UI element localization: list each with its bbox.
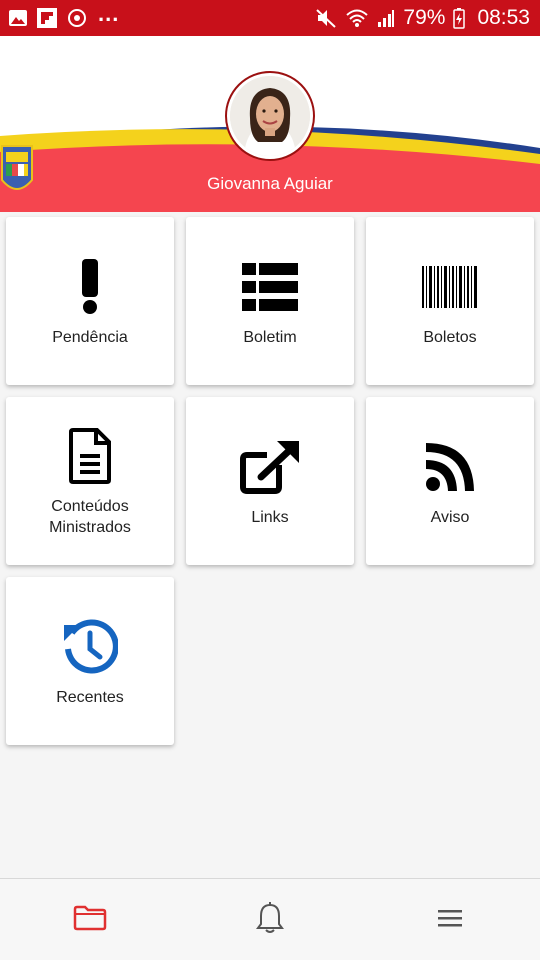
battery-percent: 79%: [403, 6, 446, 29]
more-notifications: ...: [98, 1, 120, 26]
status-bar: ... 79% 08:53: [0, 0, 540, 36]
folder-icon: [73, 905, 107, 936]
menu-tile-label: Conteúdos Ministrados: [49, 498, 131, 536]
status-bar-system: 79% 08:53: [315, 6, 530, 30]
menu-tile-label: Links: [251, 508, 289, 526]
nav-folder-button[interactable]: [0, 879, 180, 960]
menu-tile-recentes[interactable]: Recentes: [6, 577, 174, 745]
menu-tile-label: Recentes: [56, 688, 124, 706]
menu-tile-label: Boletos: [423, 328, 477, 346]
gallery-icon: [8, 8, 28, 28]
wifi-icon: [345, 8, 369, 28]
menu-tile-pendencia[interactable]: Pendência: [6, 217, 174, 385]
menu-tile-links[interactable]: Links: [186, 397, 354, 565]
external-link-icon: [239, 435, 301, 499]
profile-header: Giovanna Aguiar: [0, 36, 540, 212]
mute-icon: [315, 7, 337, 29]
history-icon: [62, 615, 118, 679]
sync-icon: [66, 7, 88, 29]
user-name: Giovanna Aguiar: [207, 174, 333, 193]
avatar[interactable]: [225, 71, 315, 161]
battery-charging-icon: [453, 7, 466, 29]
menu-tile-conteudos-ministrados[interactable]: Conteúdos Ministrados: [6, 397, 174, 565]
clock: 08:53: [477, 6, 530, 29]
menu-tile-aviso[interactable]: Aviso: [366, 397, 534, 565]
bell-icon: [255, 901, 285, 939]
bottom-navigation: [0, 878, 540, 960]
nav-menu-button[interactable]: [360, 879, 540, 960]
menu-icon: [437, 909, 463, 932]
menu-tile-boletim[interactable]: Boletim: [186, 217, 354, 385]
menu-tile-boletos[interactable]: Boletos: [366, 217, 534, 385]
school-logo: [0, 140, 34, 205]
barcode-icon: [422, 255, 478, 319]
document-icon: [69, 424, 111, 488]
menu-tile-label: Aviso: [430, 508, 470, 526]
nav-notifications-button[interactable]: [180, 879, 360, 960]
exclamation-icon: [80, 255, 100, 319]
flipboard-icon: [36, 7, 58, 29]
menu-tile-label: Pendência: [52, 328, 128, 346]
menu-tile-label: Boletim: [243, 328, 297, 346]
profile-photo: [230, 76, 310, 156]
table-list-icon: [242, 255, 298, 319]
rss-icon: [426, 435, 474, 499]
signal-icon: [377, 8, 395, 28]
status-bar-notifications: ...: [8, 1, 120, 29]
